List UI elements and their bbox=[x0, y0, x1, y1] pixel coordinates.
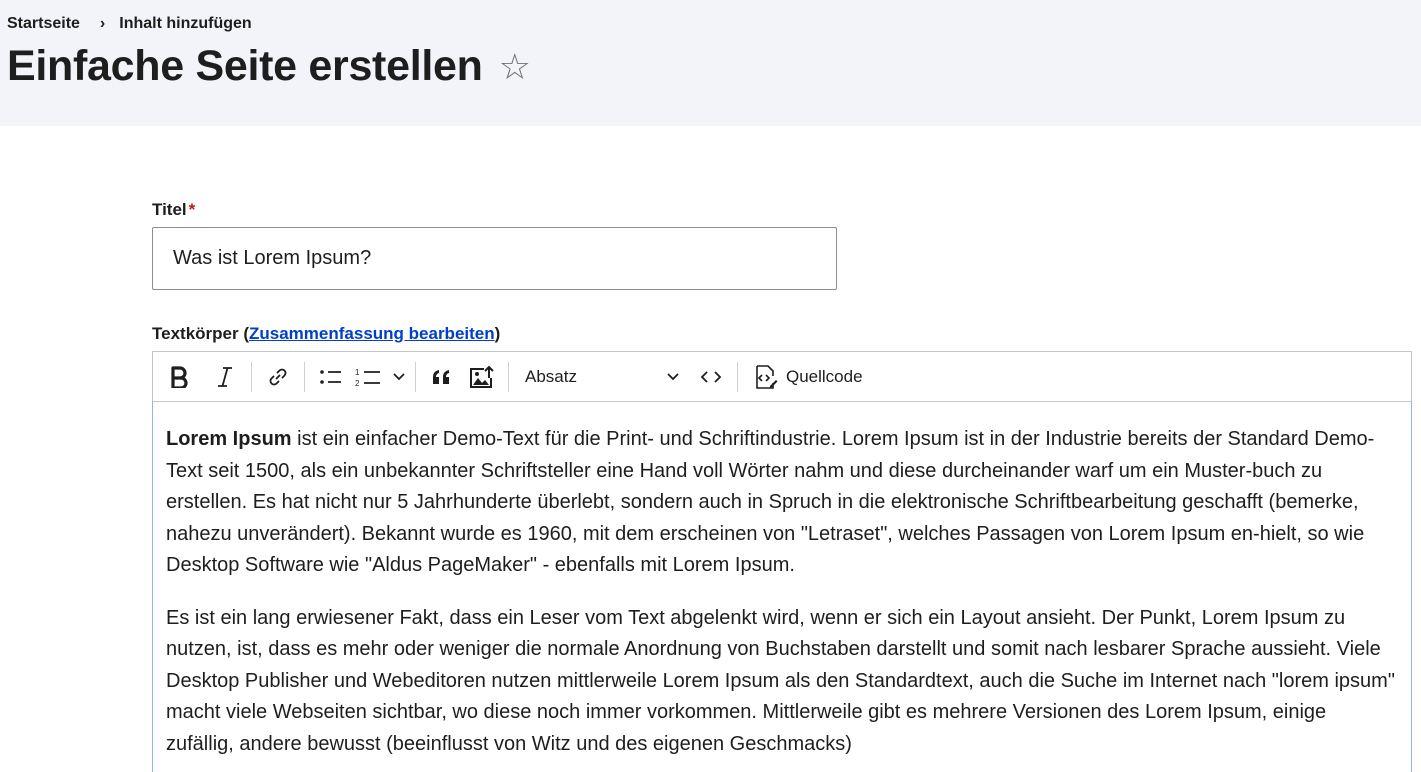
bold-icon bbox=[171, 366, 188, 388]
bold-button[interactable] bbox=[159, 357, 199, 397]
numbered-list-button[interactable]: 12 bbox=[351, 357, 409, 397]
bold-text: Lorem Ipsum bbox=[166, 428, 292, 450]
paragraph-text: ist ein einfacher Demo-Text für die Prin… bbox=[166, 428, 1375, 576]
heading-dropdown[interactable]: Absatz bbox=[515, 357, 687, 397]
italic-icon bbox=[218, 367, 232, 387]
body-field-label: Textkörper (Zusammenfassung bearbeiten) bbox=[152, 324, 500, 344]
breadcrumb-add-content-link[interactable]: Inhalt hinzufügen bbox=[119, 15, 251, 33]
body-label-paren-close: ) bbox=[494, 324, 501, 343]
title-field-label: Titel * bbox=[152, 200, 195, 220]
blockquote-icon bbox=[433, 370, 449, 384]
toolbar-separator bbox=[304, 362, 305, 392]
blockquote-button[interactable] bbox=[422, 357, 462, 397]
title-label-text: Titel bbox=[152, 200, 187, 219]
editor-paragraph: Es ist ein lang erwiesener Fakt, dass ei… bbox=[166, 606, 1395, 755]
breadcrumb-separator: › bbox=[99, 15, 106, 32]
chevron-down-icon bbox=[393, 373, 405, 381]
title-input[interactable] bbox=[152, 227, 837, 290]
heading-dropdown-value: Absatz bbox=[525, 367, 577, 386]
link-button[interactable] bbox=[258, 357, 298, 397]
page-header: Startseite › Inhalt hinzufügen Einfache … bbox=[0, 0, 1421, 126]
code-button[interactable] bbox=[691, 357, 731, 397]
breadcrumb-home-link[interactable]: Startseite bbox=[7, 15, 80, 33]
toolbar-separator bbox=[508, 362, 509, 392]
image-upload-icon bbox=[470, 365, 494, 388]
numbered-list-icon: 12 bbox=[355, 368, 380, 388]
bulleted-list-button[interactable] bbox=[311, 357, 351, 397]
page-title-row: Einfache Seite erstellen ☆ bbox=[7, 42, 531, 91]
source-code-button[interactable]: Quellcode bbox=[744, 357, 873, 397]
svg-text:2: 2 bbox=[355, 379, 360, 388]
editor-paragraph: Lorem Ipsum ist ein einfacher Demo-Text … bbox=[166, 424, 1398, 582]
code-icon bbox=[700, 371, 722, 383]
bulleted-list-icon bbox=[320, 370, 341, 384]
image-upload-button[interactable] bbox=[462, 357, 502, 397]
toolbar-separator bbox=[251, 362, 252, 392]
link-icon bbox=[269, 368, 287, 386]
svg-text:1: 1 bbox=[355, 368, 360, 377]
body-label-paren-open: ( bbox=[238, 324, 249, 343]
breadcrumb: Startseite › Inhalt hinzufügen bbox=[7, 15, 252, 33]
page-title: Einfache Seite erstellen bbox=[7, 42, 483, 90]
edit-summary-link[interactable]: Zusammenfassung bearbeiten bbox=[249, 324, 495, 343]
required-marker: * bbox=[188, 200, 196, 219]
star-icon[interactable]: ☆ bbox=[499, 48, 531, 85]
toolbar-separator bbox=[737, 362, 738, 392]
source-code-label: Quellcode bbox=[786, 367, 863, 386]
chevron-down-icon bbox=[667, 373, 679, 381]
rich-text-editor[interactable]: Lorem Ipsum ist ein einfacher Demo-Text … bbox=[152, 401, 1412, 772]
toolbar-separator bbox=[415, 362, 416, 392]
italic-button[interactable] bbox=[205, 357, 245, 397]
body-label-text: Textkörper bbox=[152, 324, 239, 343]
editor-toolbar: 12 Absatz Quellcode bbox=[152, 351, 1412, 402]
source-icon bbox=[756, 365, 778, 389]
